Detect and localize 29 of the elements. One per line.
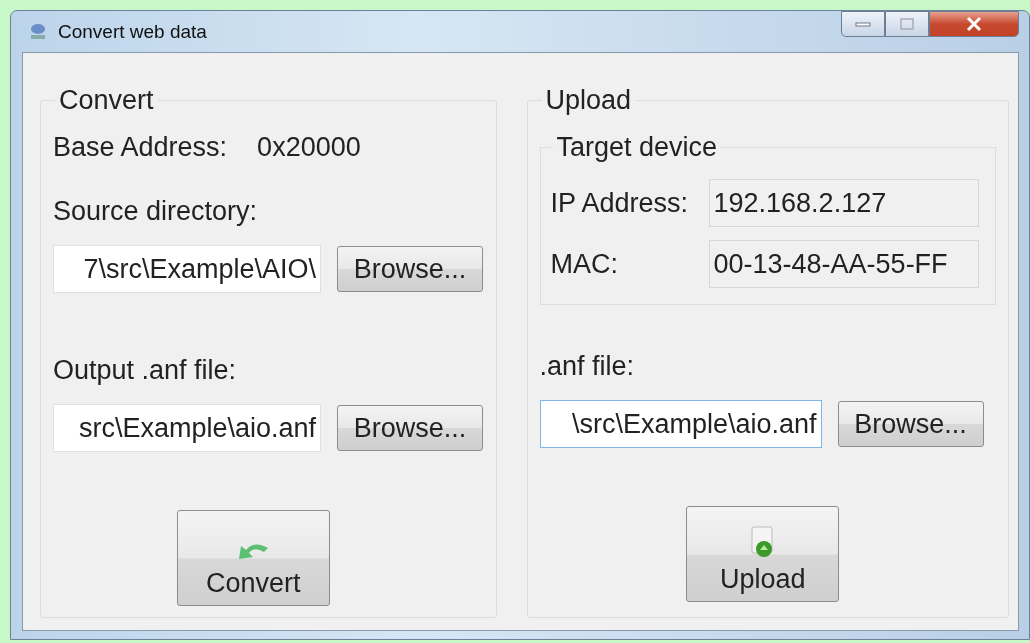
app-icon bbox=[28, 21, 48, 42]
field-label: IP Address: bbox=[550, 187, 690, 219]
browse-button[interactable]: Browse... bbox=[337, 405, 483, 451]
input-field[interactable]: \src\Example\aio.anf bbox=[539, 400, 822, 448]
field-label: Base Address: bbox=[53, 132, 228, 163]
maximize-button[interactable] bbox=[885, 11, 929, 37]
ip-address-field[interactable]: 192.168.2.127 bbox=[708, 179, 979, 227]
window-title: Convert web data bbox=[58, 20, 207, 43]
close-button[interactable] bbox=[929, 11, 1019, 37]
group-title: Upload bbox=[544, 85, 633, 116]
browse-button[interactable]: Browse... bbox=[337, 246, 483, 292]
browse-button[interactable]: Browse... bbox=[837, 401, 984, 447]
upload-file-icon bbox=[749, 526, 776, 558]
minimize-button[interactable] bbox=[841, 11, 885, 37]
input-field[interactable]: src\Example\aio.anf bbox=[53, 404, 321, 452]
maximize-icon bbox=[899, 17, 915, 31]
convert-button[interactable]: Convert bbox=[176, 510, 330, 606]
group-title: Convert bbox=[58, 85, 155, 116]
base-address-value: 0x20000 bbox=[257, 132, 361, 163]
group-title: Target device bbox=[555, 132, 719, 163]
upload-button[interactable]: Upload bbox=[686, 506, 840, 602]
input-field[interactable]: 7\src\Example\AIO\ bbox=[53, 245, 321, 293]
field-label: MAC: bbox=[550, 248, 619, 280]
field-label: Output .anf file: bbox=[53, 355, 237, 386]
minimize-icon bbox=[855, 21, 871, 27]
field-label: Source directory: bbox=[53, 196, 258, 227]
field-label: .anf file: bbox=[539, 351, 635, 382]
close-icon bbox=[965, 16, 983, 32]
mac-address-field[interactable]: 00-13-48-AA-55-FF bbox=[708, 240, 979, 288]
